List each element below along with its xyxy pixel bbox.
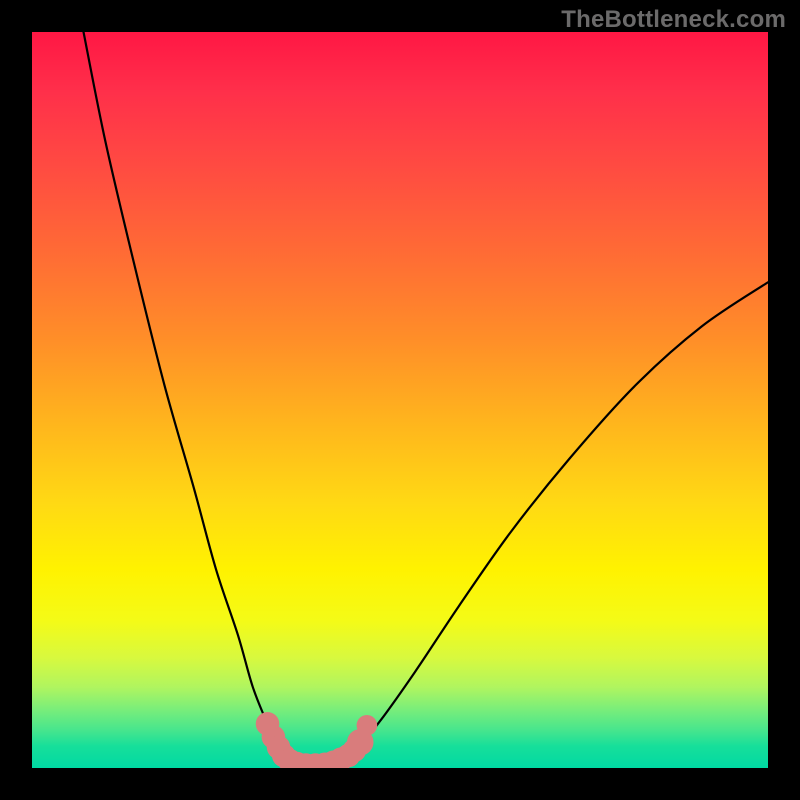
bottleneck-curve (84, 32, 768, 765)
watermark-text: TheBottleneck.com (561, 6, 786, 34)
data-marker (357, 715, 378, 736)
chart-frame: TheBottleneck.com (0, 0, 800, 800)
curve-layer (32, 32, 768, 768)
plot-area (32, 32, 768, 768)
